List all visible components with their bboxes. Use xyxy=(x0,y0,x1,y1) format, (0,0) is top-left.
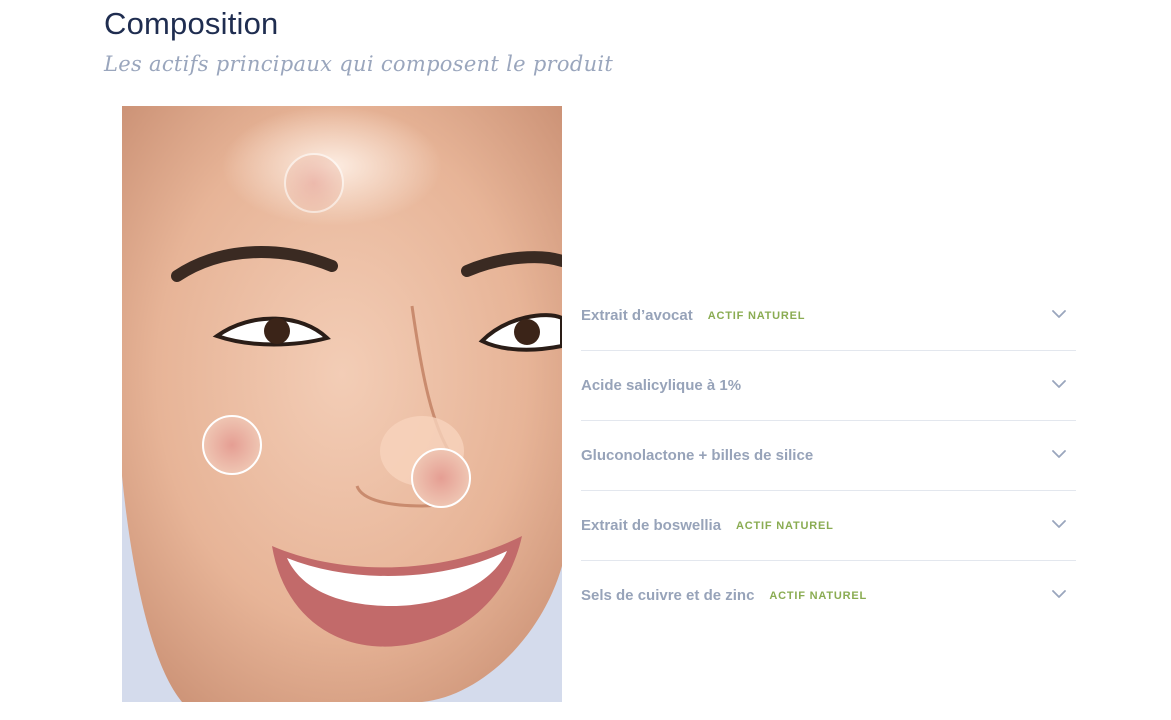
section-title: Composition xyxy=(104,6,279,41)
chevron-down-icon[interactable] xyxy=(1052,517,1066,531)
chevron-down-icon[interactable] xyxy=(1052,307,1066,321)
chevron-down-icon[interactable] xyxy=(1052,447,1066,461)
accordion-item-label: Extrait de boswellia xyxy=(581,517,722,534)
accordion-item-avocat[interactable]: Extrait d’avocat ACTIF NATUREL xyxy=(581,281,1076,351)
accordion-item-acide-salicylique[interactable]: Acide salicylique à 1% xyxy=(581,351,1076,421)
accordion-item-boswellia[interactable]: Extrait de boswellia ACTIF NATUREL xyxy=(581,491,1076,561)
natural-active-badge: ACTIF NATUREL xyxy=(736,519,834,532)
accordion-item-label: Acide salicylique à 1% xyxy=(581,377,742,394)
accordion-item-label: Extrait d’avocat xyxy=(581,307,693,324)
face-photo xyxy=(122,106,562,702)
ingredients-accordion: Extrait d’avocat ACTIF NATUREL Acide sal… xyxy=(581,281,1076,630)
chevron-down-icon[interactable] xyxy=(1052,587,1066,601)
natural-active-badge: ACTIF NATUREL xyxy=(769,589,867,602)
composition-section: Composition Les actifs principaux qui co… xyxy=(0,0,1171,720)
accordion-item-label: Sels de cuivre et de zinc xyxy=(581,587,755,604)
accordion-item-gluconolactone[interactable]: Gluconolactone + billes de silice xyxy=(581,421,1076,491)
accordion-item-cuivre-zinc[interactable]: Sels de cuivre et de zinc ACTIF NATUREL xyxy=(581,561,1076,630)
chevron-down-icon[interactable] xyxy=(1052,377,1066,391)
section-subtitle: Les actifs principaux qui composent le p… xyxy=(104,52,614,76)
natural-active-badge: ACTIF NATUREL xyxy=(707,309,806,322)
accordion-item-label: Gluconolactone + billes de silice xyxy=(581,447,814,464)
